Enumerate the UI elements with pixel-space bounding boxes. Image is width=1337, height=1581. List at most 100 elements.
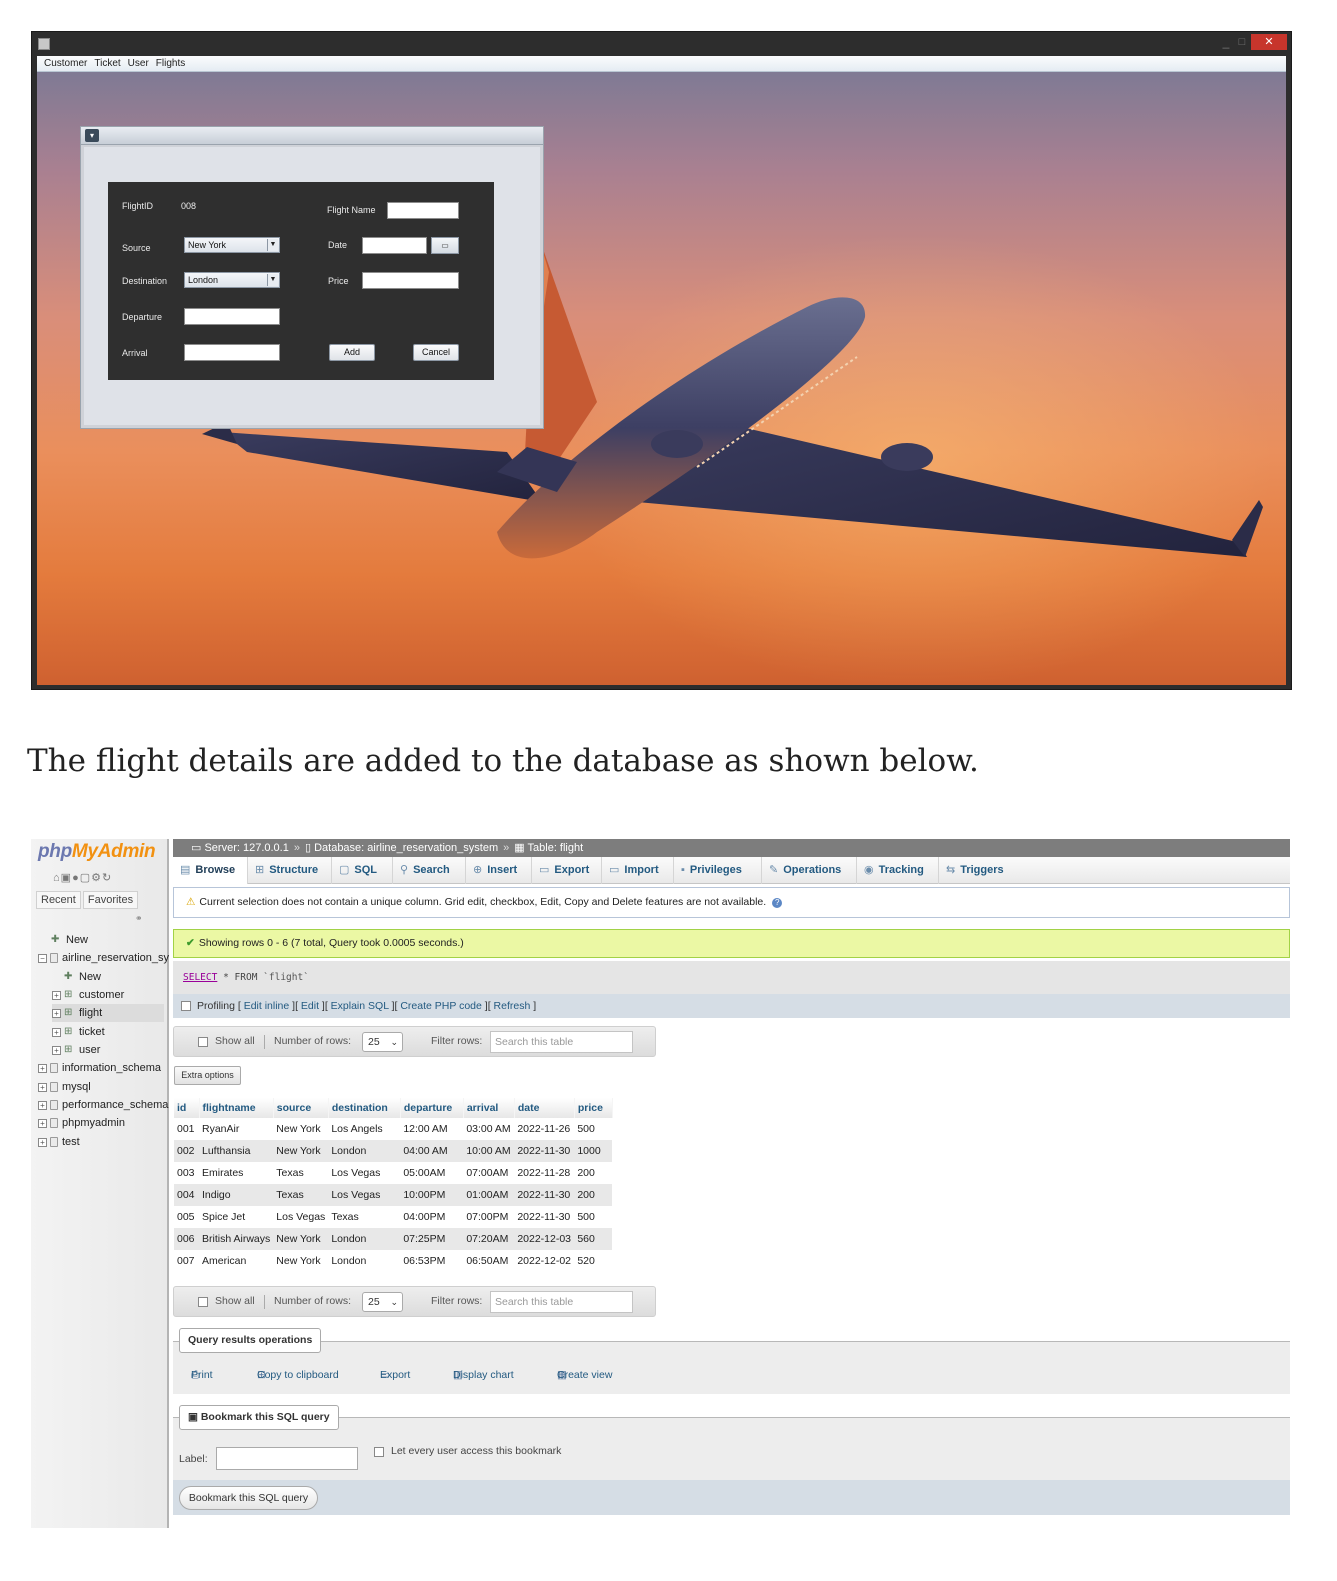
shared-bookmark-checkbox[interactable] [374,1447,384,1457]
refresh-link[interactable]: Refresh [494,1000,531,1012]
column-header-source[interactable]: source [273,1098,329,1118]
sql-keyword-select[interactable]: SELECT [183,972,217,983]
expand-icon[interactable]: + [38,1118,47,1128]
tree-item-new[interactable]: ✚ New [51,931,88,949]
expand-icon[interactable]: + [38,1082,47,1092]
tree-item-phpmyadmin[interactable]: + phpmyadmin [38,1114,125,1132]
column-header-price[interactable]: price [574,1098,613,1118]
menu-customer[interactable]: Customer [37,56,87,72]
tab-operations[interactable]: ✎ Operations [762,857,857,884]
price-field[interactable] [362,272,459,289]
column-header-departure[interactable]: departure [400,1098,464,1118]
tree-item-airline-reservation[interactable]: − airline_reservation_sy [38,949,169,967]
add-button[interactable]: Add [329,344,375,361]
settings-icon[interactable]: ⚙ [91,872,102,884]
filter-rows-input[interactable]: Search this table [490,1031,633,1053]
breadcrumb-server[interactable]: Server: 127.0.0.1 [204,842,288,854]
home-icon[interactable]: ⌂ [53,872,61,884]
cell-arrival: 03:00 AM [463,1118,515,1140]
column-header-arrival[interactable]: arrival [463,1098,515,1118]
expand-icon[interactable]: + [52,1045,61,1055]
bookmark-query-button[interactable]: Bookmark this SQL query [179,1486,318,1510]
menu-flights[interactable]: Flights [149,56,185,72]
tab-import[interactable]: ▭ Import [602,857,674,884]
flightname-field[interactable] [387,202,459,219]
rows-select[interactable]: 25 ⌄ [362,1292,403,1312]
create-php-code-link[interactable]: Create PHP code [400,1000,482,1012]
tab-search[interactable]: ⚲ Search [393,857,466,884]
tab-export[interactable]: ▭ Export [532,857,602,884]
breadcrumb-table[interactable]: Table: flight [528,842,584,854]
menu-ticket[interactable]: Ticket [87,56,120,72]
tree-item-test[interactable]: + test [38,1133,80,1151]
logout-icon[interactable]: ▣ [61,872,72,884]
column-header-date[interactable]: date [514,1098,575,1118]
show-all-checkbox[interactable] [198,1037,208,1047]
expand-icon[interactable]: + [52,1008,61,1018]
date-field[interactable] [362,237,427,254]
tab-favorites[interactable]: Favorites [82,891,139,909]
tree-item-information-schema[interactable]: + information_schema [38,1059,161,1077]
departure-field[interactable] [184,308,280,325]
tree-item-new-table[interactable]: ✚ New [64,968,101,986]
reload-icon[interactable]: ↻ [102,872,112,884]
column-header-destination[interactable]: destination [328,1098,401,1118]
rows-select[interactable]: 25 ⌄ [362,1032,403,1052]
column-header-flightname[interactable]: flightname [199,1098,274,1118]
chevron-down-icon: ▼ [267,239,278,251]
destination-combo[interactable]: London ▼ [184,272,280,288]
close-button[interactable]: ✕ [1251,34,1287,50]
tree-item-user[interactable]: + ⊞ user [52,1041,100,1059]
expand-icon[interactable]: + [38,1100,47,1110]
extra-options-button[interactable]: Extra options [174,1066,241,1085]
tab-tracking[interactable]: ◉ Tracking [857,857,939,884]
destination-value: London [188,275,219,285]
arrival-field[interactable] [184,344,280,361]
tree-item-performance-schema[interactable]: + performance_schema [38,1096,168,1114]
help-icon[interactable]: ? [772,898,783,908]
phpmyadmin-logo[interactable]: phpMyAdmin [38,841,156,863]
cancel-button[interactable]: Cancel [413,344,459,361]
tab-triggers[interactable]: ⇆ Triggers [939,857,1019,884]
expand-icon[interactable]: + [38,1137,47,1147]
docs-icon[interactable]: ▢ [80,872,91,884]
source-combo[interactable]: New York ▼ [184,237,280,253]
show-all-checkbox[interactable] [198,1297,208,1307]
tab-recent[interactable]: Recent [36,891,81,909]
cell-departure: 06:53PM [400,1250,464,1272]
help-icon[interactable]: ● [72,872,80,884]
tab-privileges[interactable]: ▪ Privileges [674,857,762,884]
expand-icon[interactable]: + [38,1063,47,1073]
tree-item-flight[interactable]: + ⊞ flight [52,1004,164,1022]
tree-item-customer[interactable]: + ⊞ customer [52,986,124,1004]
menu-user[interactable]: User [121,56,149,72]
calendar-icon[interactable]: ▭ [431,237,459,254]
database-icon [50,953,58,964]
cell-destination: Texas [328,1206,401,1228]
column-header-id[interactable]: id [174,1098,200,1118]
expand-icon[interactable]: + [52,1027,61,1037]
bookmark-label-input[interactable] [216,1447,358,1470]
filter-rows-input[interactable]: Search this table [490,1291,633,1313]
minimize-button[interactable]: _ [1219,36,1233,50]
tree-item-ticket[interactable]: + ⊞ ticket [52,1023,105,1041]
maximize-button[interactable]: □ [1235,36,1249,50]
cell-source: Texas [273,1162,329,1184]
tab-sql[interactable]: ▢ SQL [332,857,393,884]
expand-icon[interactable]: + [52,990,61,1000]
tab-browse[interactable]: ▤ Browse [173,857,248,884]
caption-text: The flight details are added to the data… [27,743,979,779]
collapse-icon[interactable]: − [38,953,47,963]
breadcrumb-database[interactable]: Database: airline_reservation_system [314,842,498,854]
dialog-menu-icon[interactable]: ▾ [85,129,99,142]
insert-icon: ⊕ [473,864,483,876]
tab-structure[interactable]: ⊞ Structure [248,857,332,884]
edit-link[interactable]: Edit [301,1000,319,1012]
tree-item-mysql[interactable]: + mysql [38,1078,91,1096]
profiling-checkbox[interactable] [181,1001,191,1012]
explain-sql-link[interactable]: Explain SQL [331,1000,389,1012]
edit-inline-link[interactable]: Edit inline [244,1000,290,1012]
tab-insert[interactable]: ⊕ Insert [466,857,532,884]
server-icon: ▭ [191,842,205,854]
link-icon[interactable]: ⚭ [135,913,143,924]
